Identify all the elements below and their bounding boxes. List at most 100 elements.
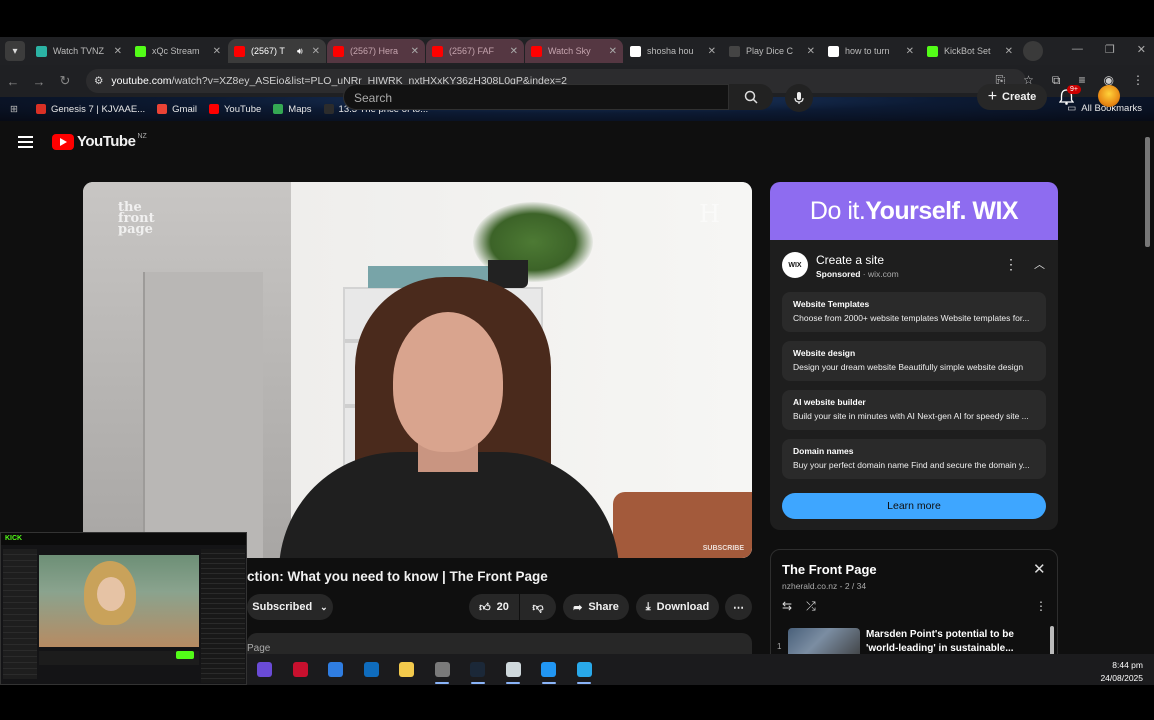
ad-sitelink-description: Choose from 2000+ website templates Webs… [793,313,1030,323]
tab-favicon-icon [531,45,542,57]
flash-icon[interactable] [292,662,308,677]
video-player[interactable]: the front page H SUBSCRIBE [83,182,752,558]
browser-tab[interactable]: Watch TVNZ ✕ [30,39,128,63]
tab-favicon-icon [432,45,443,57]
tab-favicon-icon [828,45,839,57]
store-icon[interactable] [328,662,343,677]
forward-icon[interactable]: → [26,74,52,89]
close-tab-icon[interactable]: ✕ [1005,46,1013,57]
minimize-icon[interactable]: — [1072,43,1083,56]
thumbs-down-icon: 👎︎ [532,601,544,614]
apps-grid-icon[interactable]: ⊞ [10,104,18,115]
close-tab-icon[interactable]: ✕ [609,46,617,57]
voice-search-button[interactable] [785,84,813,112]
playlist-title[interactable]: The Front Page [782,562,877,577]
ad-banner-light: Do it. [809,196,866,225]
ad-sitelink[interactable]: AI website builder Build your site in min… [782,390,1046,430]
youtube-logo[interactable]: YouTube NZ [52,133,147,150]
browser-tab[interactable]: (2567) Hera ✕ [327,39,425,63]
extensions-icon[interactable]: ⧉ [1052,73,1061,88]
loop-icon[interactable]: ⇆ [782,599,792,614]
close-window-icon[interactable]: ✕ [1137,43,1146,56]
like-button[interactable]: 👍︎ 20 [469,594,519,620]
url-host: youtube.com [111,75,172,87]
dislike-button[interactable]: 👎︎ [520,594,556,620]
ad-more-icon[interactable]: ⋮ [1004,256,1018,273]
youtube-play-icon [52,133,74,150]
close-playlist-icon[interactable]: ✕ [1033,560,1046,578]
back-icon[interactable]: ← [0,74,26,89]
close-tab-icon[interactable]: ✕ [312,46,320,57]
ad-sitelink[interactable]: Website design Design your dream website … [782,341,1046,381]
system-clock[interactable]: 8:44 pm 24/08/2025 [1100,659,1143,685]
playlist-item-title[interactable]: Marsden Point's potential to be 'world-l… [866,628,1036,656]
close-tab-icon[interactable]: ✕ [807,46,815,57]
bookmark-item[interactable]: Maps [273,103,312,115]
browser-tab[interactable]: KickBot Set ✕ [921,39,1019,63]
bookmark-label: Maps [288,103,312,115]
ad-sitelink[interactable]: Domain names Buy your perfect domain name… [782,439,1046,479]
browser-tab[interactable]: how to turn ✕ [822,39,920,63]
tab-search-icon[interactable]: ▾ [5,41,25,61]
search-input[interactable]: Search [343,84,729,110]
download-button[interactable]: ⤓ Download [636,594,719,620]
learn-more-button[interactable]: Learn more [782,493,1046,519]
create-button[interactable]: + Create [977,84,1047,110]
site-info-icon[interactable]: ⚙ [94,75,103,87]
telegram-icon[interactable] [576,662,592,677]
browser-tab[interactable]: Play Dice C ✕ [723,39,821,63]
ad-title[interactable]: Create a site [816,253,884,267]
tab-favicon-icon [927,45,938,57]
browser-tab[interactable]: Watch Sky ✕ [525,39,623,63]
subscribe-overlay[interactable]: SUBSCRIBE [703,545,744,552]
notepad-icon[interactable] [505,662,521,677]
browser-tab[interactable]: shosha hou ✕ [624,39,722,63]
app-icon[interactable] [257,662,272,677]
audio-playing-icon[interactable]: 🔊︎ [297,46,303,57]
browser-tab[interactable]: xQc Stream ✕ [129,39,227,63]
search-button[interactable] [729,84,773,110]
ad-banner[interactable]: Do it. Yourself. WIX [770,182,1058,240]
close-tab-icon[interactable]: ✕ [411,46,419,57]
subscribed-button[interactable]: Subscribed ⌄ [247,594,333,620]
bookmark-item[interactable]: YouTube [208,104,261,115]
restore-icon[interactable]: ❐ [1105,43,1115,56]
bookmark-item[interactable]: Genesis 7 | KJVAAE... [35,104,145,115]
ad-sitelink-description: Design your dream website Beautifully si… [793,362,1024,372]
share-button[interactable]: ➦ Share [563,594,629,620]
wix-logo: WIX [782,252,808,278]
collapse-chevron-icon[interactable]: ︿ [1034,256,1045,272]
close-tab-icon[interactable]: ✕ [213,46,221,57]
tab-favicon-icon [333,45,344,57]
page-scrollbar[interactable] [1145,137,1150,247]
menu-icon[interactable] [18,136,33,148]
browser-tab[interactable]: (2567) FAF ✕ [426,39,524,63]
ad-sitelink[interactable]: Website Templates Choose from 2000+ websi… [782,292,1046,332]
more-icon: ⋯ [733,601,744,614]
edit-icon[interactable] [434,662,450,677]
more-actions-button[interactable]: ⋯ [725,594,752,620]
reload-icon[interactable]: ↻ [52,73,78,89]
account-avatar[interactable] [1098,85,1120,107]
new-tab-button[interactable] [1023,41,1043,61]
window-icon[interactable] [541,662,556,677]
tab-title: (2567) T [251,46,285,56]
youtube-header: YouTube NZ [0,121,1154,165]
close-tab-icon[interactable]: ✕ [708,46,716,57]
folder-icon[interactable] [399,662,414,677]
ad-sponsor-line: Sponsored · wix.com [816,269,899,279]
bookmark-favicon-icon [157,104,168,114]
outlook-icon[interactable] [363,662,379,677]
playlist-menu-icon[interactable]: ⋮ [1035,599,1047,613]
close-tab-icon[interactable]: ✕ [510,46,518,57]
browser-menu-icon[interactable]: ⋮ [1132,73,1144,88]
playlist-item-index: 1 [777,642,782,651]
browser-tab[interactable]: (2567) T 🔊︎ ✕ [228,39,326,63]
close-tab-icon[interactable]: ✕ [114,46,122,57]
bookmark-item[interactable]: Gmail [157,104,197,115]
close-tab-icon[interactable]: ✕ [906,46,914,57]
shuffle-icon[interactable]: ⤮ [806,599,816,614]
bookmark-favicon-icon [323,104,334,114]
stream-overlay[interactable]: KICK [0,532,247,685]
steam-icon[interactable] [470,662,485,677]
